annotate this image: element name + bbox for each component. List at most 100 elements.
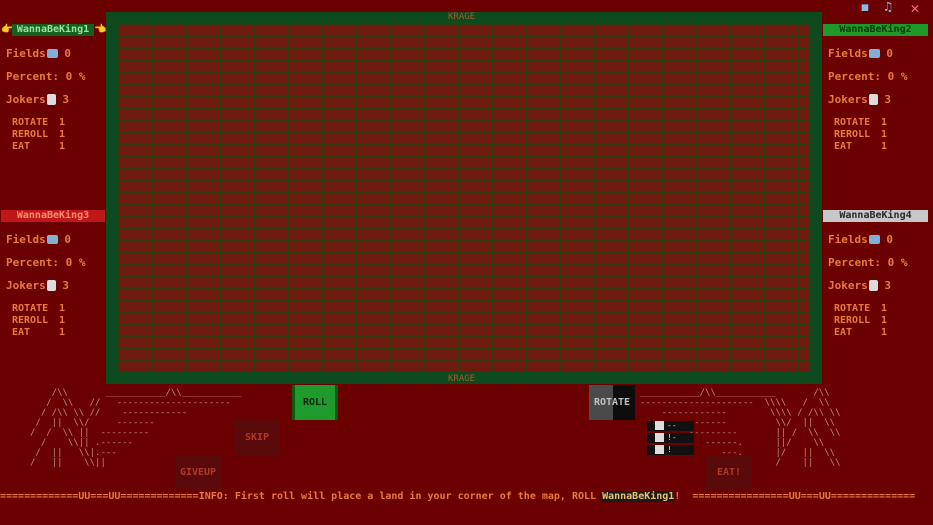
game-board: KRAGE KRAGE [106,12,822,384]
dice-value: -- [667,421,677,430]
dice-slot: -- [647,421,694,431]
reroll-count: REROLL 1 [834,129,894,141]
info-player-name: WannaBeKing1 [602,491,675,502]
fields-value: 0 [64,47,71,60]
fields-stat: Fields 0 [6,47,71,60]
eat-button[interactable]: EAT! [706,455,752,490]
jokers-label: Jokers [828,279,868,292]
eat-value: 1 [59,141,66,152]
fields-value: 0 [64,233,71,246]
fields-label: Fields [828,47,868,60]
reroll-value: 1 [881,315,888,326]
player3-name: WannaBeKing3 [1,210,105,222]
percent-value: 0 % [887,256,908,269]
joker-card-icon [868,94,878,105]
rotate-count: ROTATE 1 [12,117,72,129]
dice-slot: ! [647,445,694,455]
eat-value: 1 [881,141,888,152]
player1-panel: 👉 WannaBeKing1 👈 Fields 0 Percent: 0 % J… [0,23,106,163]
eat-count: EAT 1 [12,327,72,339]
rotate-value: 1 [881,303,888,314]
percent-label: Percent: [828,70,881,83]
percent-label: Percent: [6,256,59,269]
reroll-value: 1 [59,129,66,140]
player1-name: WannaBeKing1 [12,24,94,36]
jokers-value: 3 [884,279,891,292]
dice-icon [655,421,664,430]
dice-value: ! [667,445,672,454]
jokers-value: 3 [884,93,891,106]
fields-stat: Fields 0 [828,233,893,246]
jokers-stat: Jokers 3 [6,279,69,292]
eat-label: EAT [834,141,853,152]
fields-label: Fields [6,233,46,246]
rotate-count: ROTATE 1 [834,117,894,129]
fields-stat: Fields 0 [6,233,71,246]
percent-value: 0 % [887,70,908,83]
joker-card-icon [46,94,56,105]
giveup-button[interactable]: GIVEUP [175,455,221,490]
info-suffix: ! ================UU===UU============== [674,491,916,502]
skip-button[interactable]: SKIP [234,420,280,455]
map-icon [868,235,880,244]
dice-slot: !- [647,433,694,443]
jokers-stat: Jokers 3 [828,279,891,292]
map-icon [46,235,58,244]
map-icon [46,49,58,58]
dice-icon [655,433,664,442]
joker-card-icon [46,280,56,291]
fields-value: 0 [886,47,893,60]
jokers-label: Jokers [828,93,868,106]
reroll-label: REROLL [834,315,871,326]
board-grid[interactable] [118,24,810,372]
roll-button[interactable]: ROLL [292,385,338,420]
eat-count: EAT 1 [12,141,72,153]
music-icon[interactable]: ♫ [880,1,896,15]
rotate-value: 1 [59,117,66,128]
rotate-label: ROTATE [12,303,49,314]
reroll-count: REROLL 1 [12,315,72,327]
reroll-count: REROLL 1 [834,315,894,327]
info-bar: =============UU===UU=============INFO: F… [0,491,933,503]
reroll-label: REROLL [12,129,49,140]
pointer-right-icon: 👈 [94,24,107,35]
eat-value: 1 [881,327,888,338]
rotate-button[interactable]: ROTATE [589,385,635,420]
percent-label: Percent: [828,256,881,269]
reroll-count: REROLL 1 [12,129,72,141]
rotate-label: ROTATE [834,117,871,128]
close-icon[interactable]: ✕ [907,1,923,16]
jokers-stat: Jokers 3 [6,93,69,106]
eat-label: EAT [12,327,31,338]
rotate-label: ROTATE [12,117,49,128]
reroll-label: REROLL [834,129,871,140]
percent-stat: Percent: 0 % [828,70,907,83]
dice-value: !- [667,433,677,442]
player2-name: WannaBeKing2 [823,24,928,36]
jokers-label: Jokers [6,93,46,106]
player4-name: WannaBeKing4 [823,210,928,222]
map-icon [868,49,880,58]
percent-stat: Percent: 0 % [6,256,85,269]
rotate-count: ROTATE 1 [12,303,72,315]
eat-label: EAT [12,141,31,152]
reroll-value: 1 [881,129,888,140]
dice-icon [655,445,664,454]
jokers-value: 3 [62,93,69,106]
percent-value: 0 % [65,70,86,83]
fields-label: Fields [828,233,868,246]
rotate-label: ROTATE [834,303,871,314]
eat-count: EAT 1 [834,141,894,153]
rotate-value: 1 [59,303,66,314]
eat-count: EAT 1 [834,327,894,339]
joker-card-icon [868,280,878,291]
info-message: : First roll will place a land in your c… [222,491,603,502]
reroll-value: 1 [59,315,66,326]
jokers-value: 3 [62,279,69,292]
percent-stat: Percent: 0 % [6,70,85,83]
board-top-label: KRAGE [448,12,476,22]
percent-label: Percent: [6,70,59,83]
speaker-icon[interactable]: ◼ [857,1,873,15]
reroll-label: REROLL [12,315,49,326]
fields-label: Fields [6,47,46,60]
